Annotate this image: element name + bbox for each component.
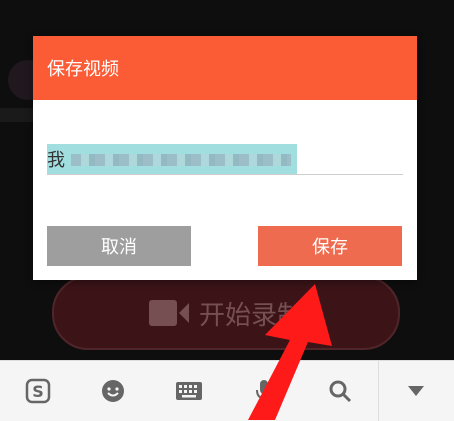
filename-input[interactable]: 我: [47, 144, 403, 175]
voice-icon[interactable]: [227, 361, 303, 421]
filename-text: 我: [47, 146, 65, 172]
collapse-icon[interactable]: [378, 361, 454, 421]
save-button[interactable]: 保存: [258, 226, 402, 266]
cancel-button[interactable]: 取消: [47, 226, 191, 266]
svg-text:S: S: [32, 382, 44, 401]
save-video-dialog: 保存视频 我 取消 保存: [33, 36, 417, 280]
emoji-icon[interactable]: [76, 361, 152, 421]
search-icon[interactable]: [302, 361, 378, 421]
sogou-logo-icon[interactable]: S: [0, 361, 76, 421]
dialog-title: 保存视频: [47, 55, 119, 81]
keyboard-toolbar: S: [0, 360, 454, 421]
keyboard-icon[interactable]: [151, 361, 227, 421]
dialog-header: 保存视频: [33, 36, 417, 100]
blurred-filename: [71, 154, 291, 166]
